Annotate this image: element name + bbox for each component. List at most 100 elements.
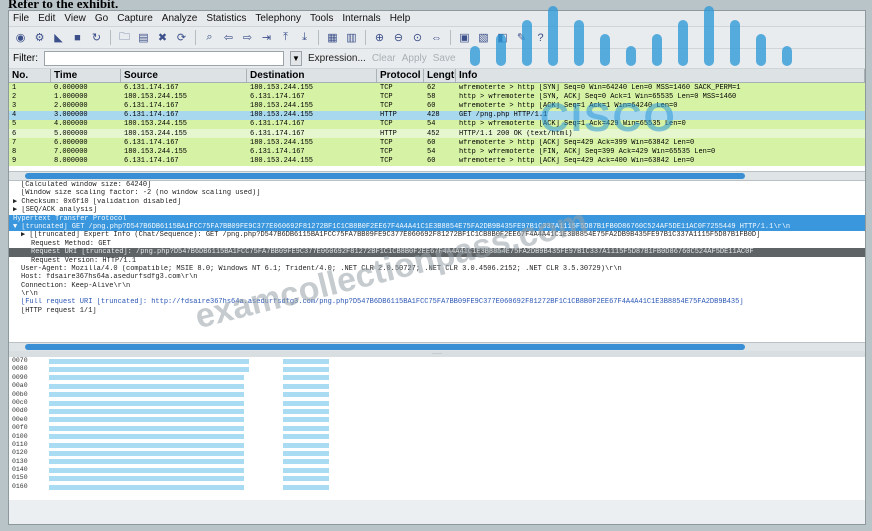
column-no[interactable]: No. [9,69,51,82]
hex-row[interactable] [49,399,269,407]
ascii-row[interactable] [283,483,329,491]
ascii-row[interactable] [283,407,329,415]
packet-list-scrollbar[interactable] [9,171,865,180]
detail-tree-item[interactable]: Connection: Keep-Alive\r\n [9,282,865,290]
packet-row[interactable]: 6 5.000000 180.153.244.155 6.131.174.167 HTT… [9,128,865,139]
hex-row[interactable] [49,458,269,466]
menu-capture[interactable]: Capture [117,13,153,24]
column-source[interactable]: Source [121,69,247,82]
ascii-row[interactable] [283,365,329,373]
packet-row[interactable]: 2 1.000000 180.153.244.155 6.131.174.167 TCP… [9,92,865,102]
detail-tree-item[interactable]: Hypertext Transfer Protocol [9,214,865,223]
hex-row[interactable] [49,391,269,399]
ascii-row[interactable] [283,416,329,424]
colorize-icon[interactable]: ▦ [325,30,340,45]
zoom-out-icon[interactable]: ⊖ [391,30,406,45]
details-scrollbar[interactable] [9,342,865,351]
ascii-row[interactable] [283,382,329,390]
go-back-icon[interactable]: ⇦ [221,30,236,45]
ascii-row[interactable] [283,374,329,382]
column-length[interactable]: Length [424,69,456,82]
packet-row[interactable]: 1 0.000000 6.131.174.167 180.153.244.155 TCP… [9,83,865,93]
close-file-icon[interactable]: ✖ [155,30,170,45]
menu-file[interactable]: File [13,13,29,24]
menu-view[interactable]: View [64,13,86,24]
expression-button[interactable]: Expression... [308,53,366,64]
hex-row[interactable] [49,424,269,432]
hex-row[interactable] [49,357,269,365]
ascii-row[interactable] [283,474,329,482]
menu-go[interactable]: Go [95,13,108,24]
column-time[interactable]: Time [51,69,121,82]
apply-button[interactable]: Apply [402,53,427,64]
column-destination[interactable]: Destination [247,69,377,82]
ascii-row[interactable] [283,424,329,432]
menu-telephony[interactable]: Telephony [255,13,301,24]
clear-button[interactable]: Clear [372,53,396,64]
hex-row[interactable] [49,449,269,457]
open-file-icon[interactable]: 🗀 [117,30,132,45]
ascii-row[interactable] [283,399,329,407]
detail-tree-item[interactable]: [HTTP request 1/1] [9,307,865,315]
packet-row[interactable]: 5 4.000000 180.153.244.155 6.131.174.167 TCP… [9,119,865,129]
display-filter-input[interactable] [44,51,284,66]
auto-scroll-icon[interactable]: ▥ [344,30,359,45]
hex-row[interactable] [49,382,269,390]
detail-tree-item[interactable]: [Window size scaling factor: -2 (no wind… [9,189,865,197]
packet-row[interactable]: 4 3.000000 6.131.174.167 180.153.244.155 HTT… [9,110,865,120]
hex-row[interactable] [49,365,269,373]
scrollbar-thumb[interactable] [25,344,745,350]
filter-history-dropdown[interactable]: ▼ [290,51,302,66]
hex-row[interactable] [49,466,269,474]
ascii-row[interactable] [283,433,329,441]
ascii-row[interactable] [283,391,329,399]
capture-options-icon[interactable]: ⚙ [32,30,47,45]
packet-row[interactable]: 3 2.000000 6.131.174.167 180.153.244.155 TCP… [9,101,865,111]
save-file-icon[interactable]: ▤ [136,30,151,45]
detail-tree-item[interactable]: [Full request URI [truncated]: http://fd… [9,298,865,306]
restart-capture-icon[interactable]: ↻ [89,30,104,45]
detail-tree-item[interactable]: ▶ [SEQ/ACK analysis] [9,206,865,214]
menu-statistics[interactable]: Statistics [206,13,246,24]
packet-row[interactable]: 8 7.000000 180.153.244.155 6.131.174.167 TCP… [9,147,865,157]
hex-row[interactable] [49,441,269,449]
go-first-icon[interactable]: ⤒ [278,30,293,45]
interface-list-icon[interactable]: ◉ [13,30,28,45]
stop-capture-icon[interactable]: ■ [70,30,85,45]
zoom-normal-icon[interactable]: ⊙ [410,30,425,45]
detail-tree-item[interactable]: [Calculated window size: 64240] [9,181,865,189]
scrollbar-thumb[interactable] [25,173,745,179]
packet-row[interactable]: 9 8.000000 6.131.174.167 180.153.244.155 TCP… [9,156,865,166]
hex-row[interactable] [49,483,269,491]
menu-help[interactable]: Help [390,13,411,24]
menu-analyze[interactable]: Analyze [162,13,198,24]
menu-edit[interactable]: Edit [38,13,55,24]
column-protocol[interactable]: Protocol [377,69,424,82]
hex-row[interactable] [49,433,269,441]
resize-columns-icon[interactable]: ⇔ [429,30,444,45]
menu-tools[interactable]: Tools [310,13,333,24]
menu-internals[interactable]: Internals [342,13,380,24]
hex-row[interactable] [49,474,269,482]
find-packet-icon[interactable]: ⌕ [202,30,217,45]
ascii-row[interactable] [283,466,329,474]
hex-row[interactable] [49,374,269,382]
detail-tree-item[interactable]: \r\n [9,290,865,298]
ascii-row[interactable] [283,458,329,466]
hex-row[interactable] [49,407,269,415]
ascii-row[interactable] [283,441,329,449]
detail-tree-item[interactable]: ▼ [truncated] GET /png.php?D547B6DB6115B… [9,222,865,232]
packet-row[interactable]: 7 6.000000 6.131.174.167 180.153.244.155 TCP… [9,138,865,148]
hex-row[interactable] [49,416,269,424]
go-last-icon[interactable]: ⤓ [297,30,312,45]
ascii-row[interactable] [283,357,329,365]
save-button[interactable]: Save [433,53,456,64]
zoom-in-icon[interactable]: ⊕ [372,30,387,45]
ascii-row[interactable] [283,449,329,457]
go-to-packet-icon[interactable]: ⇥ [259,30,274,45]
reload-icon[interactable]: ⟳ [174,30,189,45]
go-forward-icon[interactable]: ⇨ [240,30,255,45]
column-info[interactable]: Info [456,69,865,82]
start-capture-icon[interactable]: ◣ [51,30,66,45]
detail-tree-item[interactable]: ▶ Checksum: 0x6f10 [validation disabled] [9,198,865,206]
